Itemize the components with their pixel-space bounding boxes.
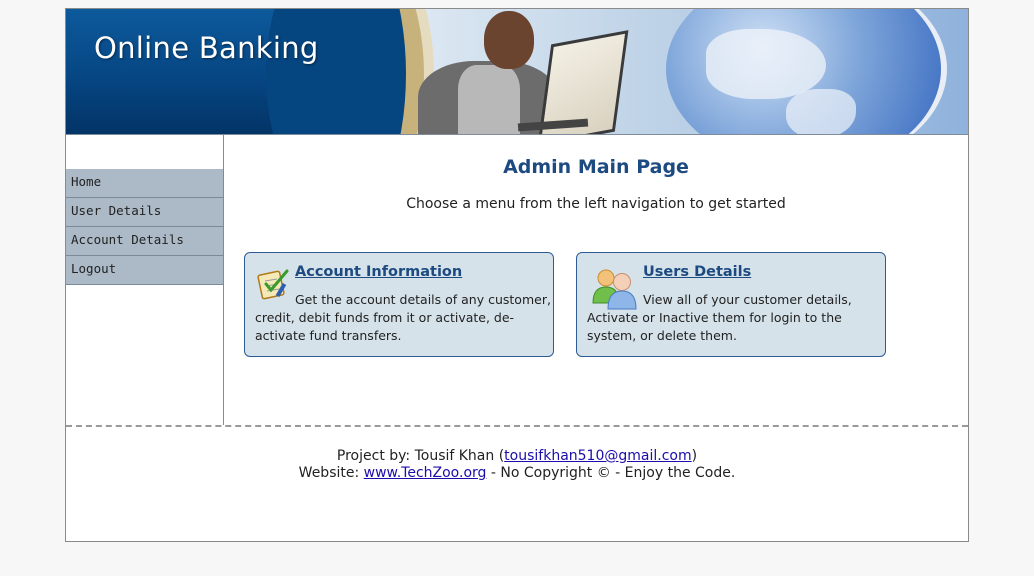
footer-project-suffix: ) — [691, 448, 698, 464]
site-logo: Online Banking — [94, 31, 319, 65]
sidebar: Home User Details Account Details Logout — [66, 135, 224, 425]
footer-website-prefix: Website: — [298, 465, 364, 481]
sidebar-item-account-details[interactable]: Account Details — [66, 227, 223, 256]
sidebar-menu: Home User Details Account Details Logout — [66, 169, 223, 285]
users-details-card: Users Details View all of your customer … — [576, 252, 886, 357]
footer-project-line: Project by: Tousif Khan (tousifkhan510@g… — [66, 448, 968, 465]
banner-person-head — [484, 11, 534, 69]
header-banner: Online Banking — [66, 9, 968, 135]
footer-website-line: Website: www.TechZoo.org - No Copyright … — [66, 465, 968, 482]
account-information-link[interactable]: Account Information — [295, 263, 462, 281]
footer: Project by: Tousif Khan (tousifkhan510@g… — [66, 425, 968, 543]
users-details-description: View all of your customer details, Activ… — [587, 292, 852, 343]
sidebar-item-home[interactable]: Home — [66, 169, 223, 198]
footer-website-suffix: - No Copyright © - Enjoy the Code. — [486, 465, 736, 481]
author-email-link[interactable]: tousifkhan510@gmail.com — [504, 448, 691, 464]
banner-swoosh — [266, 9, 424, 134]
sidebar-item-user-details[interactable]: User Details — [66, 198, 223, 227]
footer-project-prefix: Project by: Tousif Khan ( — [336, 448, 505, 464]
sidebar-item-logout[interactable]: Logout — [66, 256, 223, 285]
page-title: Admin Main Page — [503, 156, 689, 178]
globe-land — [786, 89, 856, 134]
main-content: Admin Main Page Choose a menu from the l… — [224, 135, 968, 425]
website-link[interactable]: www.TechZoo.org — [364, 465, 487, 481]
page-subtitle: Choose a menu from the left navigation t… — [406, 196, 786, 212]
globe-land — [706, 29, 826, 99]
account-information-description: Get the account details of any customer,… — [255, 292, 551, 343]
users-details-link[interactable]: Users Details — [643, 263, 751, 281]
page-container: Online Banking Home User Details Account… — [65, 8, 969, 542]
account-information-card: Account Information Get the account deta… — [244, 252, 554, 357]
banner-person-shirt — [458, 65, 520, 134]
